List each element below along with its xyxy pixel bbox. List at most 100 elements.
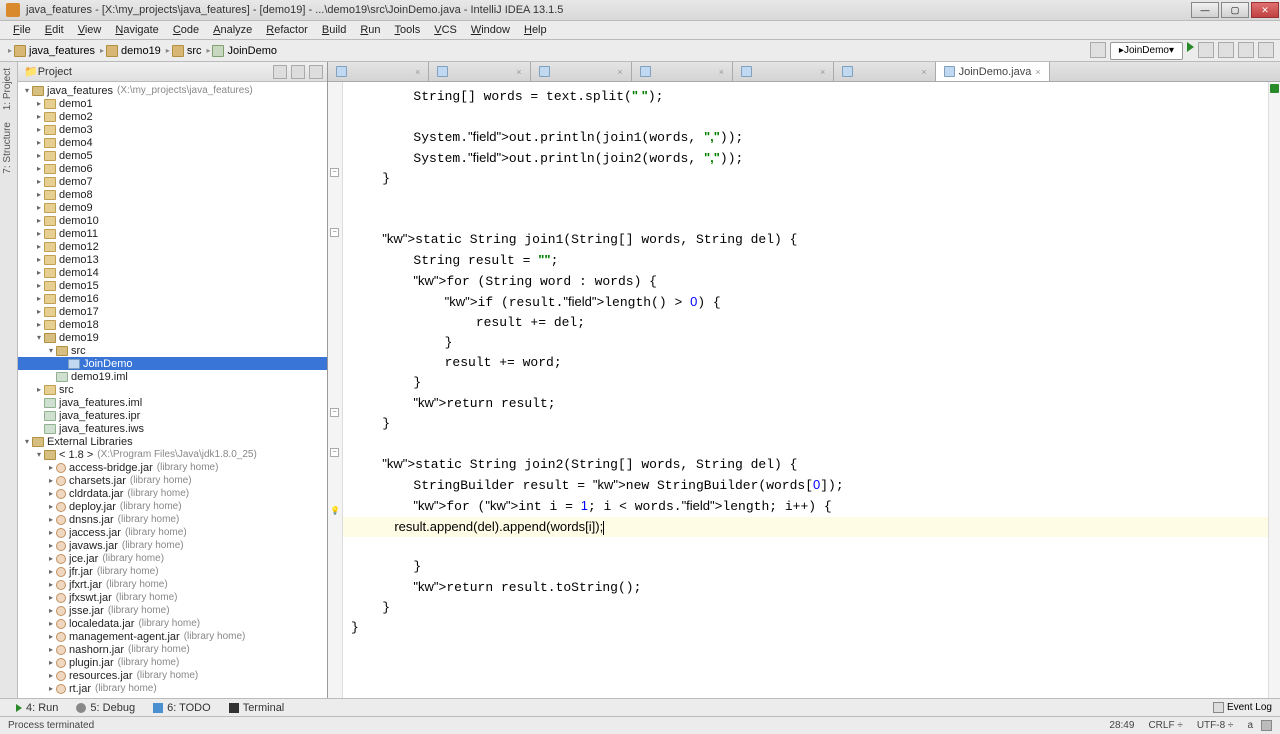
tree-item[interactable]: ▸demo1 (18, 97, 327, 110)
menu-view[interactable]: View (71, 22, 109, 38)
tree-item[interactable]: ▸demo10 (18, 214, 327, 227)
tree-item[interactable]: ▸demo15 (18, 279, 327, 292)
close-tab-icon[interactable]: × (516, 67, 521, 77)
tree-item[interactable]: ▸jaccess.jar(library home) (18, 526, 327, 539)
breadcrumb-item[interactable]: ▸java_features (6, 45, 95, 57)
tree-item[interactable]: ▸cldrdata.jar(library home) (18, 487, 327, 500)
menu-build[interactable]: Build (315, 22, 353, 38)
status-line-sep[interactable]: CRLF ÷ (1148, 720, 1182, 731)
tree-item[interactable]: ▸deploy.jar(library home) (18, 500, 327, 513)
tree-item[interactable]: ▸demo17 (18, 305, 327, 318)
menu-tools[interactable]: Tools (388, 22, 428, 38)
status-lock-icon[interactable] (1261, 720, 1272, 731)
tree-item[interactable]: ▸resources.jar(library home) (18, 669, 327, 682)
tree-item[interactable]: ▸charsets.jar(library home) (18, 474, 327, 487)
breadcrumb-item[interactable]: ▸demo19 (98, 45, 161, 57)
minimize-button[interactable]: — (1191, 2, 1219, 18)
close-button[interactable]: ✕ (1251, 2, 1279, 18)
editor-tab[interactable]: × (632, 62, 733, 81)
project-tree[interactable]: ▾java_features(X:\my_projects\java_featu… (18, 82, 327, 698)
tree-item[interactable]: ▸demo11 (18, 227, 327, 240)
run-config-combo[interactable]: ▸ JoinDemo ▾ (1110, 42, 1183, 60)
bottom-tab-terminal[interactable]: Terminal (221, 701, 293, 715)
tree-item[interactable]: ▸jsse.jar(library home) (18, 604, 327, 617)
tree-item[interactable]: ▸jfxrt.jar(library home) (18, 578, 327, 591)
menu-navigate[interactable]: Navigate (108, 22, 165, 38)
tool-tab-project[interactable]: 1: Project (0, 62, 15, 116)
editor-tab[interactable]: × (531, 62, 632, 81)
run-button-icon[interactable] (1187, 42, 1194, 52)
tree-item[interactable]: ▾demo19 (18, 331, 327, 344)
tree-item[interactable]: java_features.iws (18, 422, 327, 435)
tree-item[interactable]: ▸demo8 (18, 188, 327, 201)
bottom-tab-run[interactable]: 4: Run (8, 701, 66, 715)
editor-tab-active[interactable]: JoinDemo.java× (936, 62, 1050, 81)
tree-item[interactable]: JoinDemo (18, 357, 327, 370)
close-tab-icon[interactable]: × (415, 67, 420, 77)
tree-item[interactable]: ▸demo7 (18, 175, 327, 188)
tree-item[interactable]: ▸javaws.jar(library home) (18, 539, 327, 552)
tree-item[interactable]: ▸jfxswt.jar(library home) (18, 591, 327, 604)
editor-tab[interactable]: × (328, 62, 429, 81)
tree-item[interactable]: ▸demo12 (18, 240, 327, 253)
bottom-tab-todo[interactable]: 6: TODO (145, 701, 219, 715)
close-tab-icon[interactable]: × (719, 67, 724, 77)
menu-vcs[interactable]: VCS (427, 22, 464, 38)
menu-code[interactable]: Code (166, 22, 206, 38)
toolbar-icon[interactable] (1258, 42, 1274, 58)
toolbar-action-icon[interactable] (1090, 42, 1106, 58)
menu-refactor[interactable]: Refactor (259, 22, 315, 38)
menu-analyze[interactable]: Analyze (206, 22, 259, 38)
status-encoding[interactable]: UTF-8 ÷ (1197, 720, 1234, 731)
tree-item[interactable]: ▸demo13 (18, 253, 327, 266)
tree-item[interactable]: ▸demo16 (18, 292, 327, 305)
breadcrumb-item[interactable]: ▸JoinDemo (204, 45, 277, 57)
tree-item[interactable]: ▸rt.jar(library home) (18, 682, 327, 695)
tree-item[interactable]: ▸dnsns.jar(library home) (18, 513, 327, 526)
tree-item[interactable]: ▸demo14 (18, 266, 327, 279)
close-tab-icon[interactable]: × (1035, 67, 1040, 77)
close-tab-icon[interactable]: × (618, 67, 623, 77)
menu-run[interactable]: Run (353, 22, 387, 38)
editor-tab[interactable]: × (429, 62, 530, 81)
menu-edit[interactable]: Edit (38, 22, 71, 38)
tree-item[interactable]: ▸demo6 (18, 162, 327, 175)
menu-help[interactable]: Help (517, 22, 554, 38)
toolbar-icon[interactable] (1238, 42, 1254, 58)
tree-item[interactable]: ▾src (18, 344, 327, 357)
tree-item[interactable]: ▸demo4 (18, 136, 327, 149)
menu-window[interactable]: Window (464, 22, 517, 38)
editor-gutter[interactable]: − − − − 💡 (328, 82, 343, 698)
tree-item[interactable]: ▸nashorn.jar(library home) (18, 643, 327, 656)
tree-item[interactable]: ▾External Libraries (18, 435, 327, 448)
tree-item[interactable]: java_features.ipr (18, 409, 327, 422)
panel-tool-icon[interactable] (291, 65, 305, 79)
tree-item[interactable]: ▾< 1.8 >(X:\Program Files\Java\jdk1.8.0_… (18, 448, 327, 461)
maximize-button[interactable]: ▢ (1221, 2, 1249, 18)
breadcrumb-item[interactable]: ▸src (164, 45, 202, 57)
tree-item[interactable]: ▸demo3 (18, 123, 327, 136)
panel-gear-icon[interactable] (309, 65, 323, 79)
tree-item[interactable]: ▸demo18 (18, 318, 327, 331)
code-editor[interactable]: String[] words = text.split(" "); System… (343, 82, 1268, 698)
bottom-tab-debug[interactable]: 5: Debug (68, 701, 143, 715)
close-tab-icon[interactable]: × (921, 67, 926, 77)
menu-file[interactable]: File (6, 22, 38, 38)
tree-item[interactable]: ▸demo9 (18, 201, 327, 214)
event-log-button[interactable]: Event Log (1213, 702, 1280, 713)
tree-item[interactable]: ▸jce.jar(library home) (18, 552, 327, 565)
tree-item[interactable]: java_features.iml (18, 396, 327, 409)
tree-item[interactable]: ▸plugin.jar(library home) (18, 656, 327, 669)
panel-tool-icon[interactable] (273, 65, 287, 79)
tree-item[interactable]: ▸management-agent.jar(library home) (18, 630, 327, 643)
debug-button[interactable] (1198, 42, 1214, 58)
tree-item[interactable]: ▸demo2 (18, 110, 327, 123)
tree-item[interactable]: ▸demo5 (18, 149, 327, 162)
tool-tab-structure[interactable]: 7: Structure (0, 116, 15, 180)
close-tab-icon[interactable]: × (820, 67, 825, 77)
tree-item[interactable]: ▾java_features(X:\my_projects\java_featu… (18, 84, 327, 97)
editor-tab[interactable]: × (834, 62, 935, 81)
tree-item[interactable]: ▸src (18, 383, 327, 396)
editor-tab[interactable]: × (733, 62, 834, 81)
tree-item[interactable]: demo19.iml (18, 370, 327, 383)
